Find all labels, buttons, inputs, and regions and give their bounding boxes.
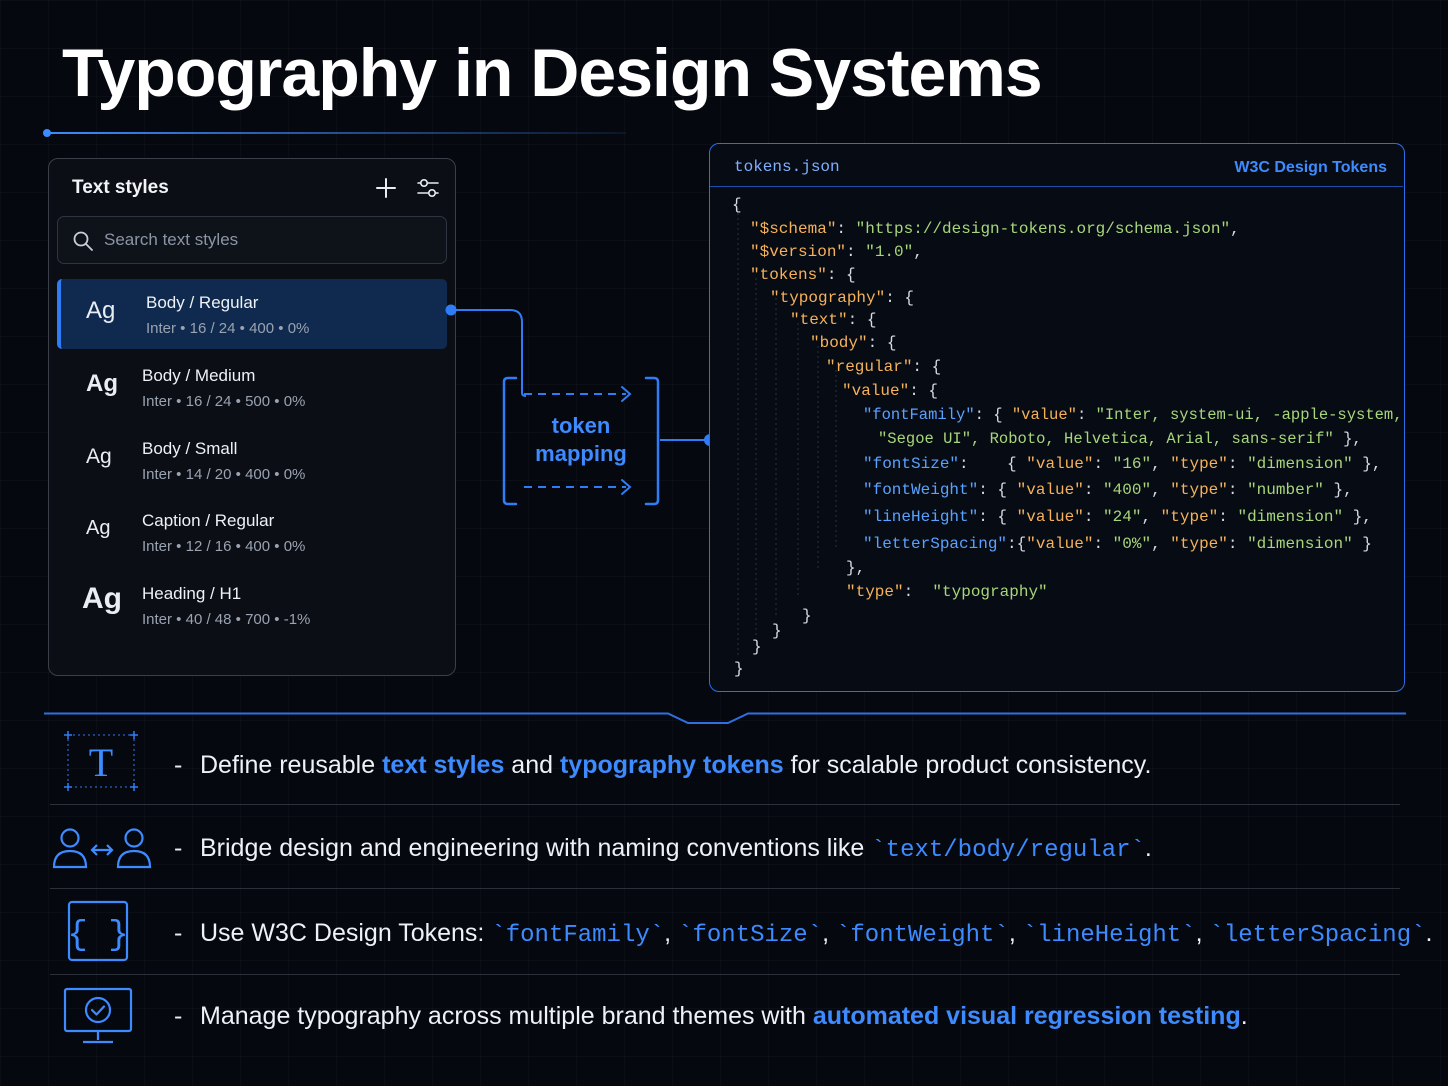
code-divider (710, 186, 1403, 187)
code-line: "tokens": { (750, 266, 856, 284)
svg-text:T: T (89, 740, 113, 785)
token-mapping-label: token mapping (535, 413, 627, 466)
bullet-dash: - (174, 834, 183, 862)
designer-developer-icon (50, 826, 154, 870)
code-line-fontweight: "fontWeight": { "value": "400", "type": … (863, 481, 1353, 499)
bullet-text-1: Define reusable text styles and typograp… (200, 751, 1152, 779)
code-line: "$schema": "https://design-tokens.org/sc… (750, 220, 1240, 238)
code-line-fontfamily-cont: "Segoe UI", Roboto, Helvetica, Arial, sa… (878, 430, 1362, 448)
text-style-icon: T (62, 730, 140, 792)
bullet-text-4: Manage typography across multiple brand … (200, 1002, 1248, 1030)
code-line: }, (846, 559, 866, 577)
code-line: } (752, 638, 762, 656)
bullet-text-2: Bridge design and engineering with namin… (200, 834, 1152, 864)
code-line: "$version": "1.0", (750, 243, 923, 261)
braces-icon: { } (67, 900, 129, 962)
code-line: } (734, 660, 744, 678)
code-badge: W3C Design Tokens (1234, 159, 1387, 176)
code-line: "body": { (810, 334, 897, 352)
tokens-json-panel: tokens.json W3C Design Tokens { "$schema… (709, 143, 1405, 692)
row-separator (50, 974, 1400, 975)
row-separator (50, 804, 1400, 805)
code-line: { (732, 196, 742, 214)
code-line: "regular": { (826, 358, 942, 376)
bullet-dash: - (174, 751, 183, 779)
code-line-fontsize: "fontSize": { "value": "16", "type": "di… (863, 455, 1382, 473)
svg-text:{ }: { } (67, 917, 128, 955)
code-line: } (772, 622, 782, 640)
section-divider (44, 712, 1406, 724)
code-line: "typography": { (770, 289, 915, 307)
code-line-lineheight: "lineHeight": { "value": "24", "type": "… (863, 508, 1372, 526)
code-filename: tokens.json (734, 158, 840, 176)
bullet-text-3: Use W3C Design Tokens: `fontFamily`, `fo… (200, 919, 1433, 949)
connector-dot (445, 304, 457, 316)
bullet-dash: - (174, 919, 183, 947)
code-line: "text": { (790, 311, 877, 329)
monitor-check-icon (63, 986, 133, 1046)
code-line: "value": { (842, 382, 939, 400)
row-separator (50, 888, 1400, 889)
code-line-letterspacing: "letterSpacing":{"value": "0%", "type": … (863, 535, 1372, 553)
code-line-type: "type": "typography" (846, 583, 1048, 601)
code-line: } (802, 607, 812, 625)
code-line-fontfamily: "fontFamily": { "value": "Inter, system-… (863, 406, 1403, 424)
bullet-dash: - (174, 1002, 183, 1030)
